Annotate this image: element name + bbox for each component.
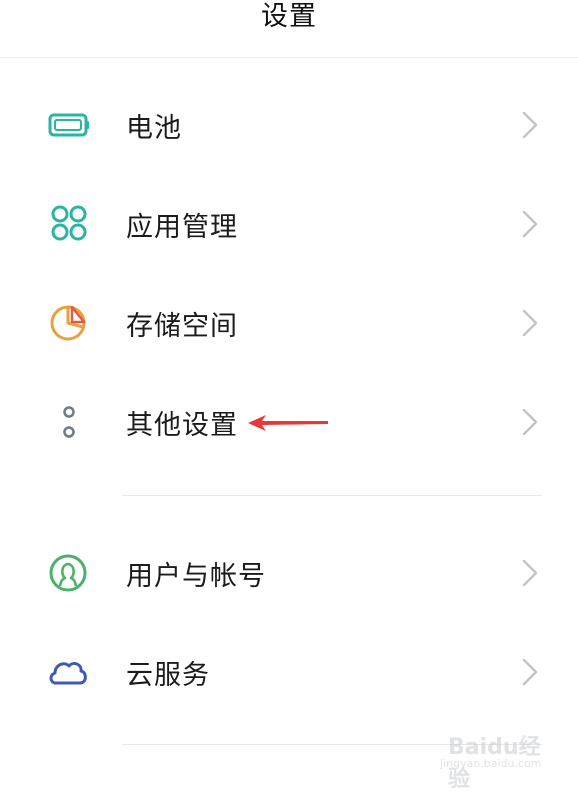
annotation-arrow-icon: [248, 415, 328, 431]
battery-icon: [48, 113, 89, 137]
page-title: 设置: [261, 1, 317, 32]
settings-item-app-management[interactable]: 应用管理: [0, 188, 578, 260]
user-account-icon: [49, 554, 87, 592]
chevron-right-icon: [522, 111, 538, 139]
settings-item-label: 云服务: [126, 660, 210, 691]
settings-item-label: 用户与帐号: [126, 561, 266, 592]
storage-pie-icon: [50, 305, 86, 341]
settings-item-label: 其他设置: [126, 410, 238, 441]
settings-item-label: 电池: [126, 113, 182, 144]
settings-item-users-accounts[interactable]: 用户与帐号: [0, 537, 578, 609]
app-header: 设置: [0, 0, 578, 58]
settings-item-label: 应用管理: [126, 212, 238, 243]
chevron-right-icon: [522, 408, 538, 436]
settings-item-storage[interactable]: 存储空间: [0, 287, 578, 359]
watermark-site: jingyan.baidu.com: [440, 757, 542, 770]
app-grid-icon: [51, 205, 87, 241]
cloud-icon: [49, 662, 87, 685]
more-dots-icon: [63, 406, 75, 438]
chevron-right-icon: [522, 309, 538, 337]
chevron-right-icon: [522, 559, 538, 587]
settings-item-cloud-service[interactable]: 云服务: [0, 636, 578, 708]
watermark: Baidu经验 jingyan.baidu.com: [440, 725, 560, 792]
settings-item-battery[interactable]: 电池: [0, 89, 578, 161]
chevron-right-icon: [522, 210, 538, 238]
section-divider: [122, 495, 542, 496]
settings-item-label: 存储空间: [126, 311, 238, 342]
chevron-right-icon: [522, 658, 538, 686]
